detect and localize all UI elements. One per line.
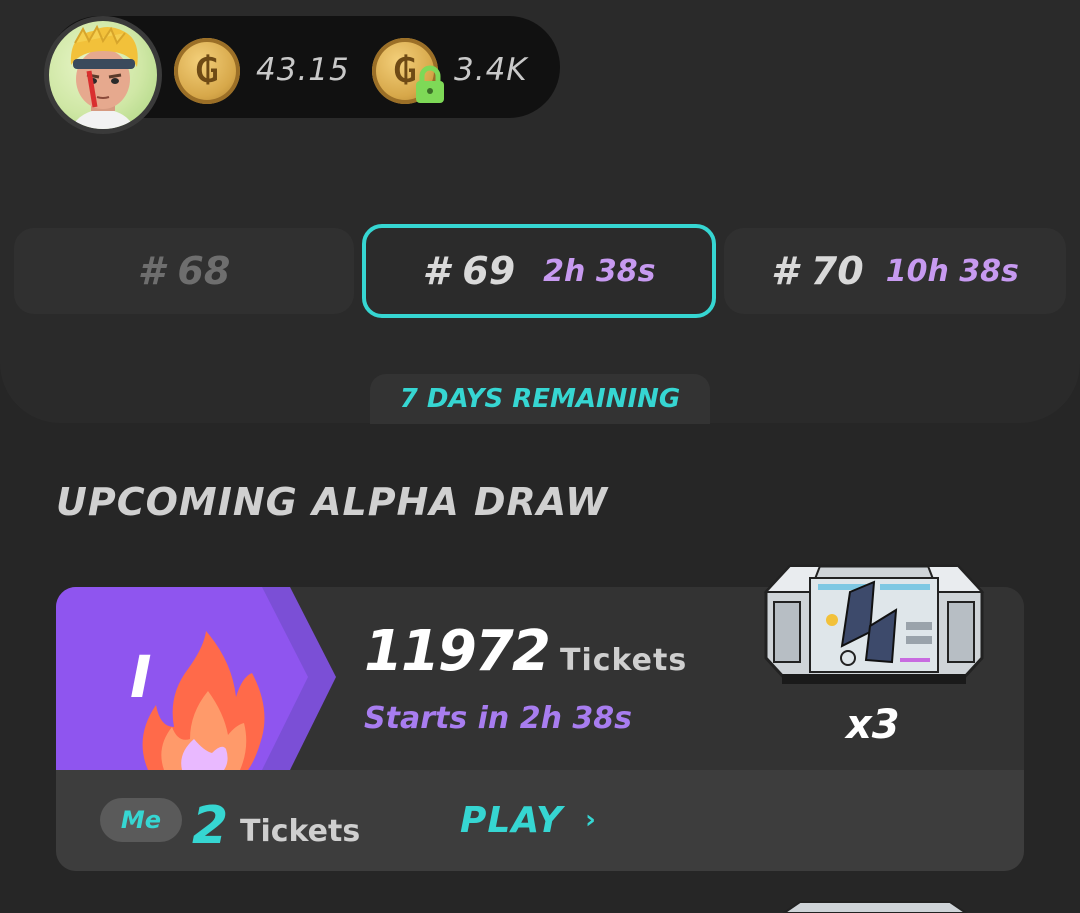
play-button[interactable]: PLAY ›: [460, 796, 597, 844]
next-chest-icon: [782, 901, 968, 913]
me-badge: Me: [100, 798, 182, 842]
round-tab-70[interactable]: # 70 10h 38s: [724, 228, 1066, 314]
tier-badge: [56, 587, 336, 770]
days-remaining-badge: 7 DAYS REMAINING: [370, 374, 710, 424]
tier-label: I: [130, 643, 152, 711]
my-ticket-count: 2: [192, 796, 229, 856]
total-ticket-count: 11972: [364, 619, 551, 684]
total-ticket-unit: Tickets: [560, 643, 688, 678]
coin-icon: ₲: [174, 38, 240, 104]
my-ticket-unit: Tickets: [240, 814, 361, 849]
avatar[interactable]: [44, 16, 162, 134]
section-title: UPCOMING ALPHA DRAW: [56, 480, 609, 524]
round-tab-68[interactable]: # 68: [14, 228, 354, 314]
round-number: # 69: [422, 249, 516, 293]
round-number: # 70: [771, 249, 864, 293]
balance-primary: 43.15: [256, 52, 350, 88]
draw-start-countdown: Starts in 2h 38s: [364, 701, 632, 736]
balance-locked: 3.4K: [454, 52, 528, 88]
lock-icon: [416, 65, 444, 103]
round-countdown: 10h 38s: [885, 253, 1019, 289]
treasure-chest-icon: [763, 564, 985, 684]
chevron-right-icon: ›: [585, 805, 597, 835]
play-label: PLAY: [460, 799, 564, 841]
round-countdown: 2h 38s: [543, 253, 656, 289]
reward-multiplier: x3: [846, 702, 900, 748]
round-tab-69[interactable]: # 69 2h 38s: [362, 224, 716, 318]
round-number: # 68: [137, 249, 231, 293]
